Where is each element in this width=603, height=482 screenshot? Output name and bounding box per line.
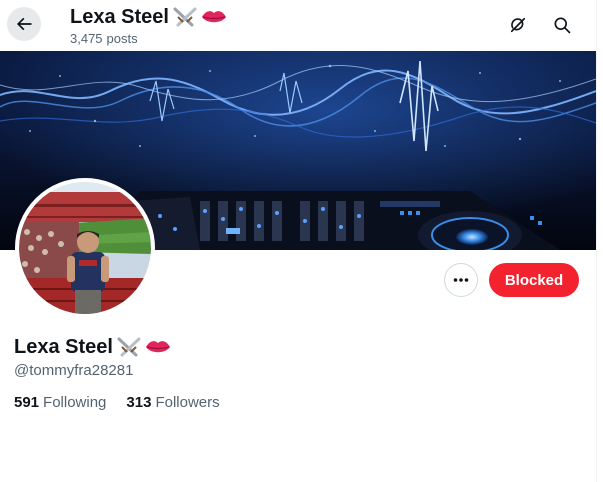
profile-stats: 591 Following 313 Followers [14,394,220,412]
search-icon [554,17,571,34]
crossed-swords-icon [172,6,198,28]
header-post-count: 3,475 posts [70,31,227,47]
following-label: Following [43,394,107,411]
more-options-button[interactable] [444,263,478,297]
column-divider [596,0,597,482]
header-name-text: Lexa Steel [70,6,169,28]
following-count: 591 [14,394,40,411]
search-button[interactable] [545,8,579,42]
display-name-text: Lexa Steel [14,336,113,358]
profile-handle: @tommyfra28281 [14,362,134,379]
grok-button[interactable] [501,8,535,42]
profile-page: Lexa Steel 3,475 posts Blocked Lexa Stee… [0,0,603,482]
profile-header: Lexa Steel 3,475 posts [0,0,596,51]
lips-icon [201,8,227,26]
crossed-swords-icon [116,336,142,358]
profile-avatar[interactable] [15,178,155,318]
header-title-block: Lexa Steel 3,475 posts [70,5,227,47]
followers-count: 313 [126,394,152,411]
following-link[interactable]: 591 Following [14,394,106,412]
back-button[interactable] [7,7,41,41]
blocked-button[interactable]: Blocked [489,263,579,297]
post-count-value: 3,475 [70,31,103,46]
grok-icon [510,17,526,33]
profile-display-name: Lexa Steel [14,334,171,360]
post-count-label: posts [106,31,138,46]
avatar-photo [19,182,151,314]
followers-label: Followers [155,394,220,411]
header-title: Lexa Steel [70,5,227,29]
followers-link[interactable]: 313 Followers [126,394,219,412]
lips-icon [145,338,171,356]
more-dots-icon [453,278,469,282]
arrow-left-icon [16,17,32,31]
